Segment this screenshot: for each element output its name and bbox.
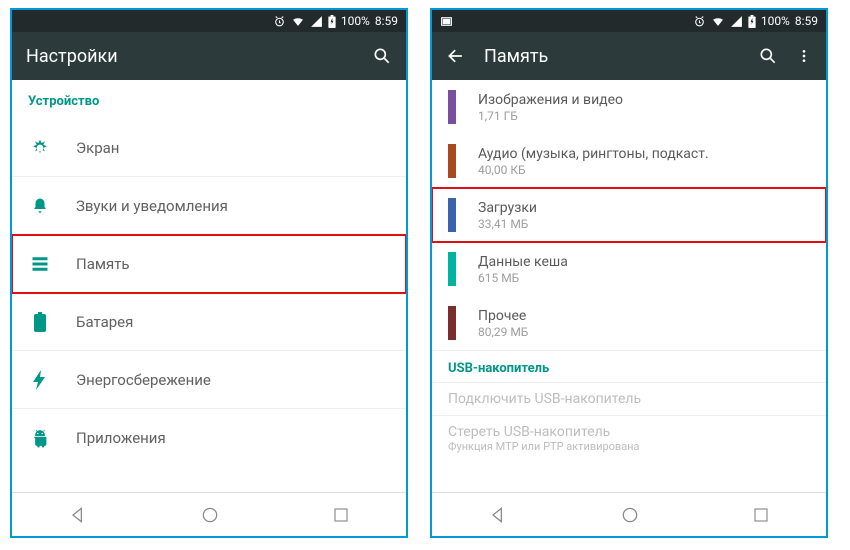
storage-list: Изображения и видео 1,71 ГБ Аудио (музык… [432,80,826,492]
row-battery[interactable]: Батарея [12,293,406,351]
usb-label: Подключить USB-накопитель [448,391,810,407]
section-header: Устройство [12,80,406,119]
nav-back-icon[interactable] [488,505,508,525]
wifi-icon [711,15,725,28]
nav-recent-icon[interactable] [332,506,350,524]
row-label: Память [76,255,130,273]
storage-label: Прочее [478,308,528,324]
row-label: Экран [76,139,119,157]
nav-home-icon[interactable] [620,505,640,525]
signal-icon [730,15,743,28]
toolbar: Память [432,32,826,80]
phone-left: 100% 8:59 Настройки Устройство Экран Зву… [10,8,408,538]
usb-label: Стереть USB-накопитель [448,424,810,440]
battery-pct: 100% [341,14,370,28]
alarm-icon [273,15,286,28]
storage-label: Загрузки [478,200,537,216]
storage-label: Данные кеша [478,254,568,270]
status-time: 8:59 [375,14,398,28]
row-powersave[interactable]: Энергосбережение [12,351,406,409]
page-title: Память [484,46,740,67]
row-label: Приложения [76,429,166,447]
search-icon[interactable] [758,46,778,66]
battery-icon [748,15,756,28]
storage-size: 1,71 ГБ [478,109,623,123]
row-storage[interactable]: Память [12,235,406,293]
nav-recent-icon[interactable] [752,506,770,524]
row-label: Энергосбережение [76,371,211,389]
storage-icon [28,255,52,273]
navbar [12,492,406,536]
signal-icon [310,15,323,28]
usb-erase: Стереть USB-накопитель Функция MTP или P… [432,416,826,461]
usb-mount[interactable]: Подключить USB-накопитель [432,383,826,415]
storage-size: 40,00 КБ [478,163,709,177]
row-apps[interactable]: Приложения [12,409,406,467]
storage-images[interactable]: Изображения и видео 1,71 ГБ [432,80,826,134]
row-display[interactable]: Экран [12,119,406,177]
storage-label: Изображения и видео [478,92,623,108]
battery-icon [328,15,336,28]
row-label: Звуки и уведомления [76,197,228,215]
back-icon[interactable] [446,46,466,66]
android-icon [28,428,52,448]
storage-cache[interactable]: Данные кеша 615 МБ [432,242,826,296]
storage-other[interactable]: Прочее 80,29 МБ [432,296,826,351]
toolbar: Настройки [12,32,406,80]
status-bar: 100% 8:59 [432,10,826,32]
battery-icon [28,312,52,332]
phone-right: 100% 8:59 Память Изображения и видео 1,7… [430,8,828,538]
storage-size: 33,41 МБ [478,217,537,231]
storage-size: 615 МБ [478,271,568,285]
color-bar [448,144,456,178]
status-bar: 100% 8:59 [12,10,406,32]
alarm-icon [693,15,706,28]
storage-size: 80,29 МБ [478,325,528,339]
navbar [432,492,826,536]
usb-sublabel: Функция MTP или PTP активирована [448,440,810,453]
nav-home-icon[interactable] [200,505,220,525]
bell-icon [28,197,52,215]
status-time: 8:59 [795,14,818,28]
color-bar [448,306,456,340]
usb-section-header: USB-накопитель [432,351,826,382]
color-bar [448,252,456,286]
color-bar [448,90,456,124]
storage-label: Аудио (музыка, рингтоны, подкаст. [478,146,709,162]
brightness-icon [28,138,52,158]
storage-audio[interactable]: Аудио (музыка, рингтоны, подкаст. 40,00 … [432,134,826,188]
screenshot-icon [440,15,453,28]
overflow-icon[interactable] [796,46,812,66]
settings-list: Устройство Экран Звуки и уведомления Пам… [12,80,406,492]
nav-back-icon[interactable] [68,505,88,525]
row-sound[interactable]: Звуки и уведомления [12,177,406,235]
bolt-icon [28,370,52,390]
row-label: Батарея [76,313,133,331]
wifi-icon [291,15,305,28]
search-icon[interactable] [372,46,392,66]
battery-pct: 100% [761,14,790,28]
storage-downloads[interactable]: Загрузки 33,41 МБ [432,188,826,242]
color-bar [448,198,456,232]
page-title: Настройки [26,46,354,67]
